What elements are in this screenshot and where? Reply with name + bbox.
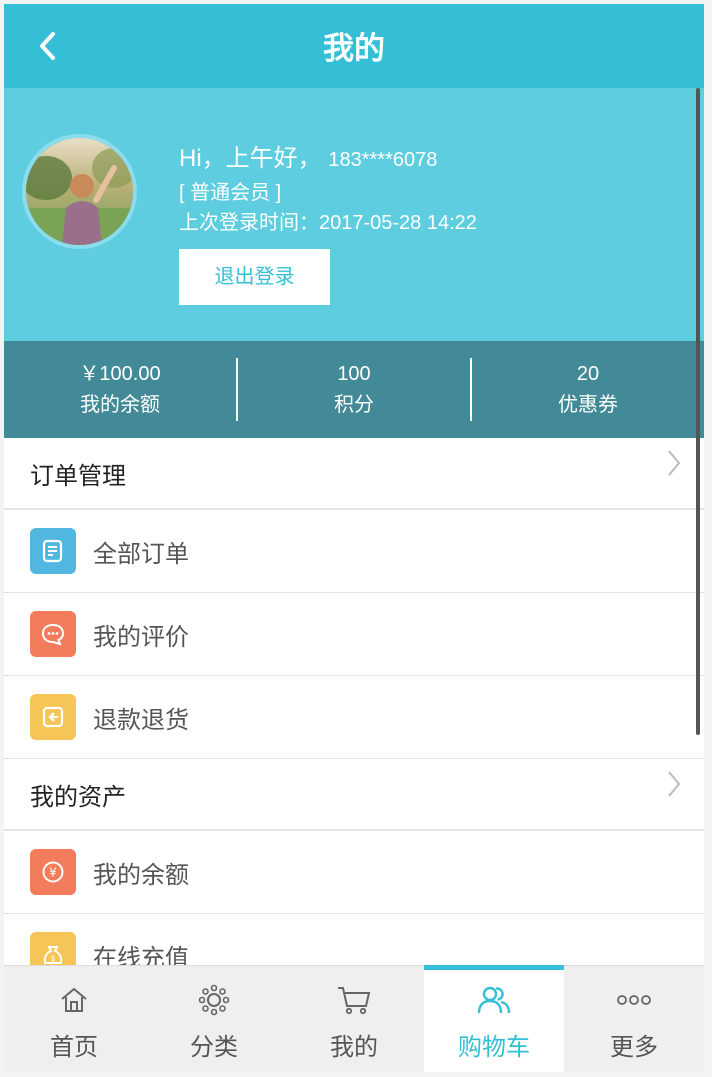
tab-cart[interactable]: 购物车 [424, 965, 564, 1072]
home-icon [59, 983, 89, 1017]
list-item-my-balance[interactable]: ¥ 我的余额 [4, 831, 704, 914]
order-list-icon [30, 528, 76, 574]
stat-coupons[interactable]: 20 优惠券 [472, 341, 704, 438]
comment-icon [30, 611, 76, 657]
more-icon [616, 983, 652, 1017]
logout-button[interactable]: 退出登录 [179, 249, 330, 305]
chevron-right-icon [668, 450, 681, 476]
member-level: [ 普通会员 ] [179, 182, 282, 204]
section-title: 我的资产 [30, 783, 126, 811]
stat-balance[interactable]: ￥100.00 我的余额 [4, 341, 236, 438]
list-item-refund[interactable]: 退款退货 [4, 676, 704, 759]
tab-category[interactable]: 分类 [144, 966, 284, 1072]
cart-icon [336, 983, 372, 1017]
section-orders[interactable]: 订单管理 [4, 438, 704, 510]
list-item-reviews[interactable]: 我的评价 [4, 593, 704, 676]
refund-icon [30, 694, 76, 740]
category-icon [198, 983, 230, 1017]
tab-label: 购物车 [458, 1034, 530, 1061]
svg-text:$: $ [50, 954, 55, 963]
greeting-line: Hi，上午好， 183****6078 [179, 138, 437, 173]
top-bar: 我的 [4, 4, 704, 88]
list-item-label: 退款退货 [93, 706, 189, 734]
tab-label: 分类 [190, 1034, 238, 1061]
list-item-label: 我的余额 [93, 861, 189, 889]
tab-more[interactable]: 更多 [564, 966, 704, 1072]
tab-label: 我的 [330, 1034, 378, 1061]
tab-mine[interactable]: 我的 [284, 966, 424, 1072]
tab-label: 首页 [50, 1034, 98, 1061]
profile-card: Hi，上午好， 183****6078 [ 普通会员 ] 上次登录时间：2017… [4, 88, 704, 341]
stat-coupons-value: 20 [576, 362, 600, 385]
chevron-right-icon [668, 771, 681, 797]
menu-list: 订单管理 全部订单 我的评价 退款退货 我的资产 ¥ 我的余额 $ 在线充值 [4, 438, 704, 997]
section-assets[interactable]: 我的资产 [4, 759, 704, 831]
phone-number: 183****6078 [328, 149, 438, 171]
list-item-label: 全部订单 [93, 540, 189, 568]
stat-points[interactable]: 100 积分 [238, 341, 470, 438]
stat-coupons-label: 优惠券 [558, 393, 618, 416]
avatar[interactable] [22, 134, 137, 249]
tab-label: 更多 [610, 1034, 658, 1061]
list-item-label: 我的评价 [93, 623, 189, 651]
yen-coin-icon: ¥ [30, 849, 76, 895]
app-frame: 我的 Hi，上午好， 183****6078 [普通会员] 上次登录时间：2… [4, 4, 704, 1072]
stat-points-value: 100 [337, 362, 371, 385]
avatar-photo [26, 138, 133, 245]
last-login-time: 上次登录时间：2017-05-28 14:22 [179, 212, 477, 234]
greeting-text: Hi，上午好， [179, 145, 322, 172]
bottom-nav: 首页 分类 我的 购物车 更多 [4, 965, 704, 1072]
users-icon [476, 983, 512, 1017]
stat-balance-label: 我的余额 [80, 393, 160, 416]
section-title: 订单管理 [30, 462, 126, 490]
tab-home[interactable]: 首页 [4, 966, 144, 1072]
stat-points-label: 积分 [334, 393, 374, 416]
account-stats: ￥100.00 我的余额 100 积分 20 优惠券 [4, 341, 704, 438]
stat-balance-value: ￥100.00 [79, 362, 161, 385]
page-title: 我的 [323, 31, 385, 66]
svg-text:¥: ¥ [49, 866, 57, 880]
list-item-all-orders[interactable]: 全部订单 [4, 510, 704, 593]
scrollbar[interactable] [696, 88, 700, 735]
